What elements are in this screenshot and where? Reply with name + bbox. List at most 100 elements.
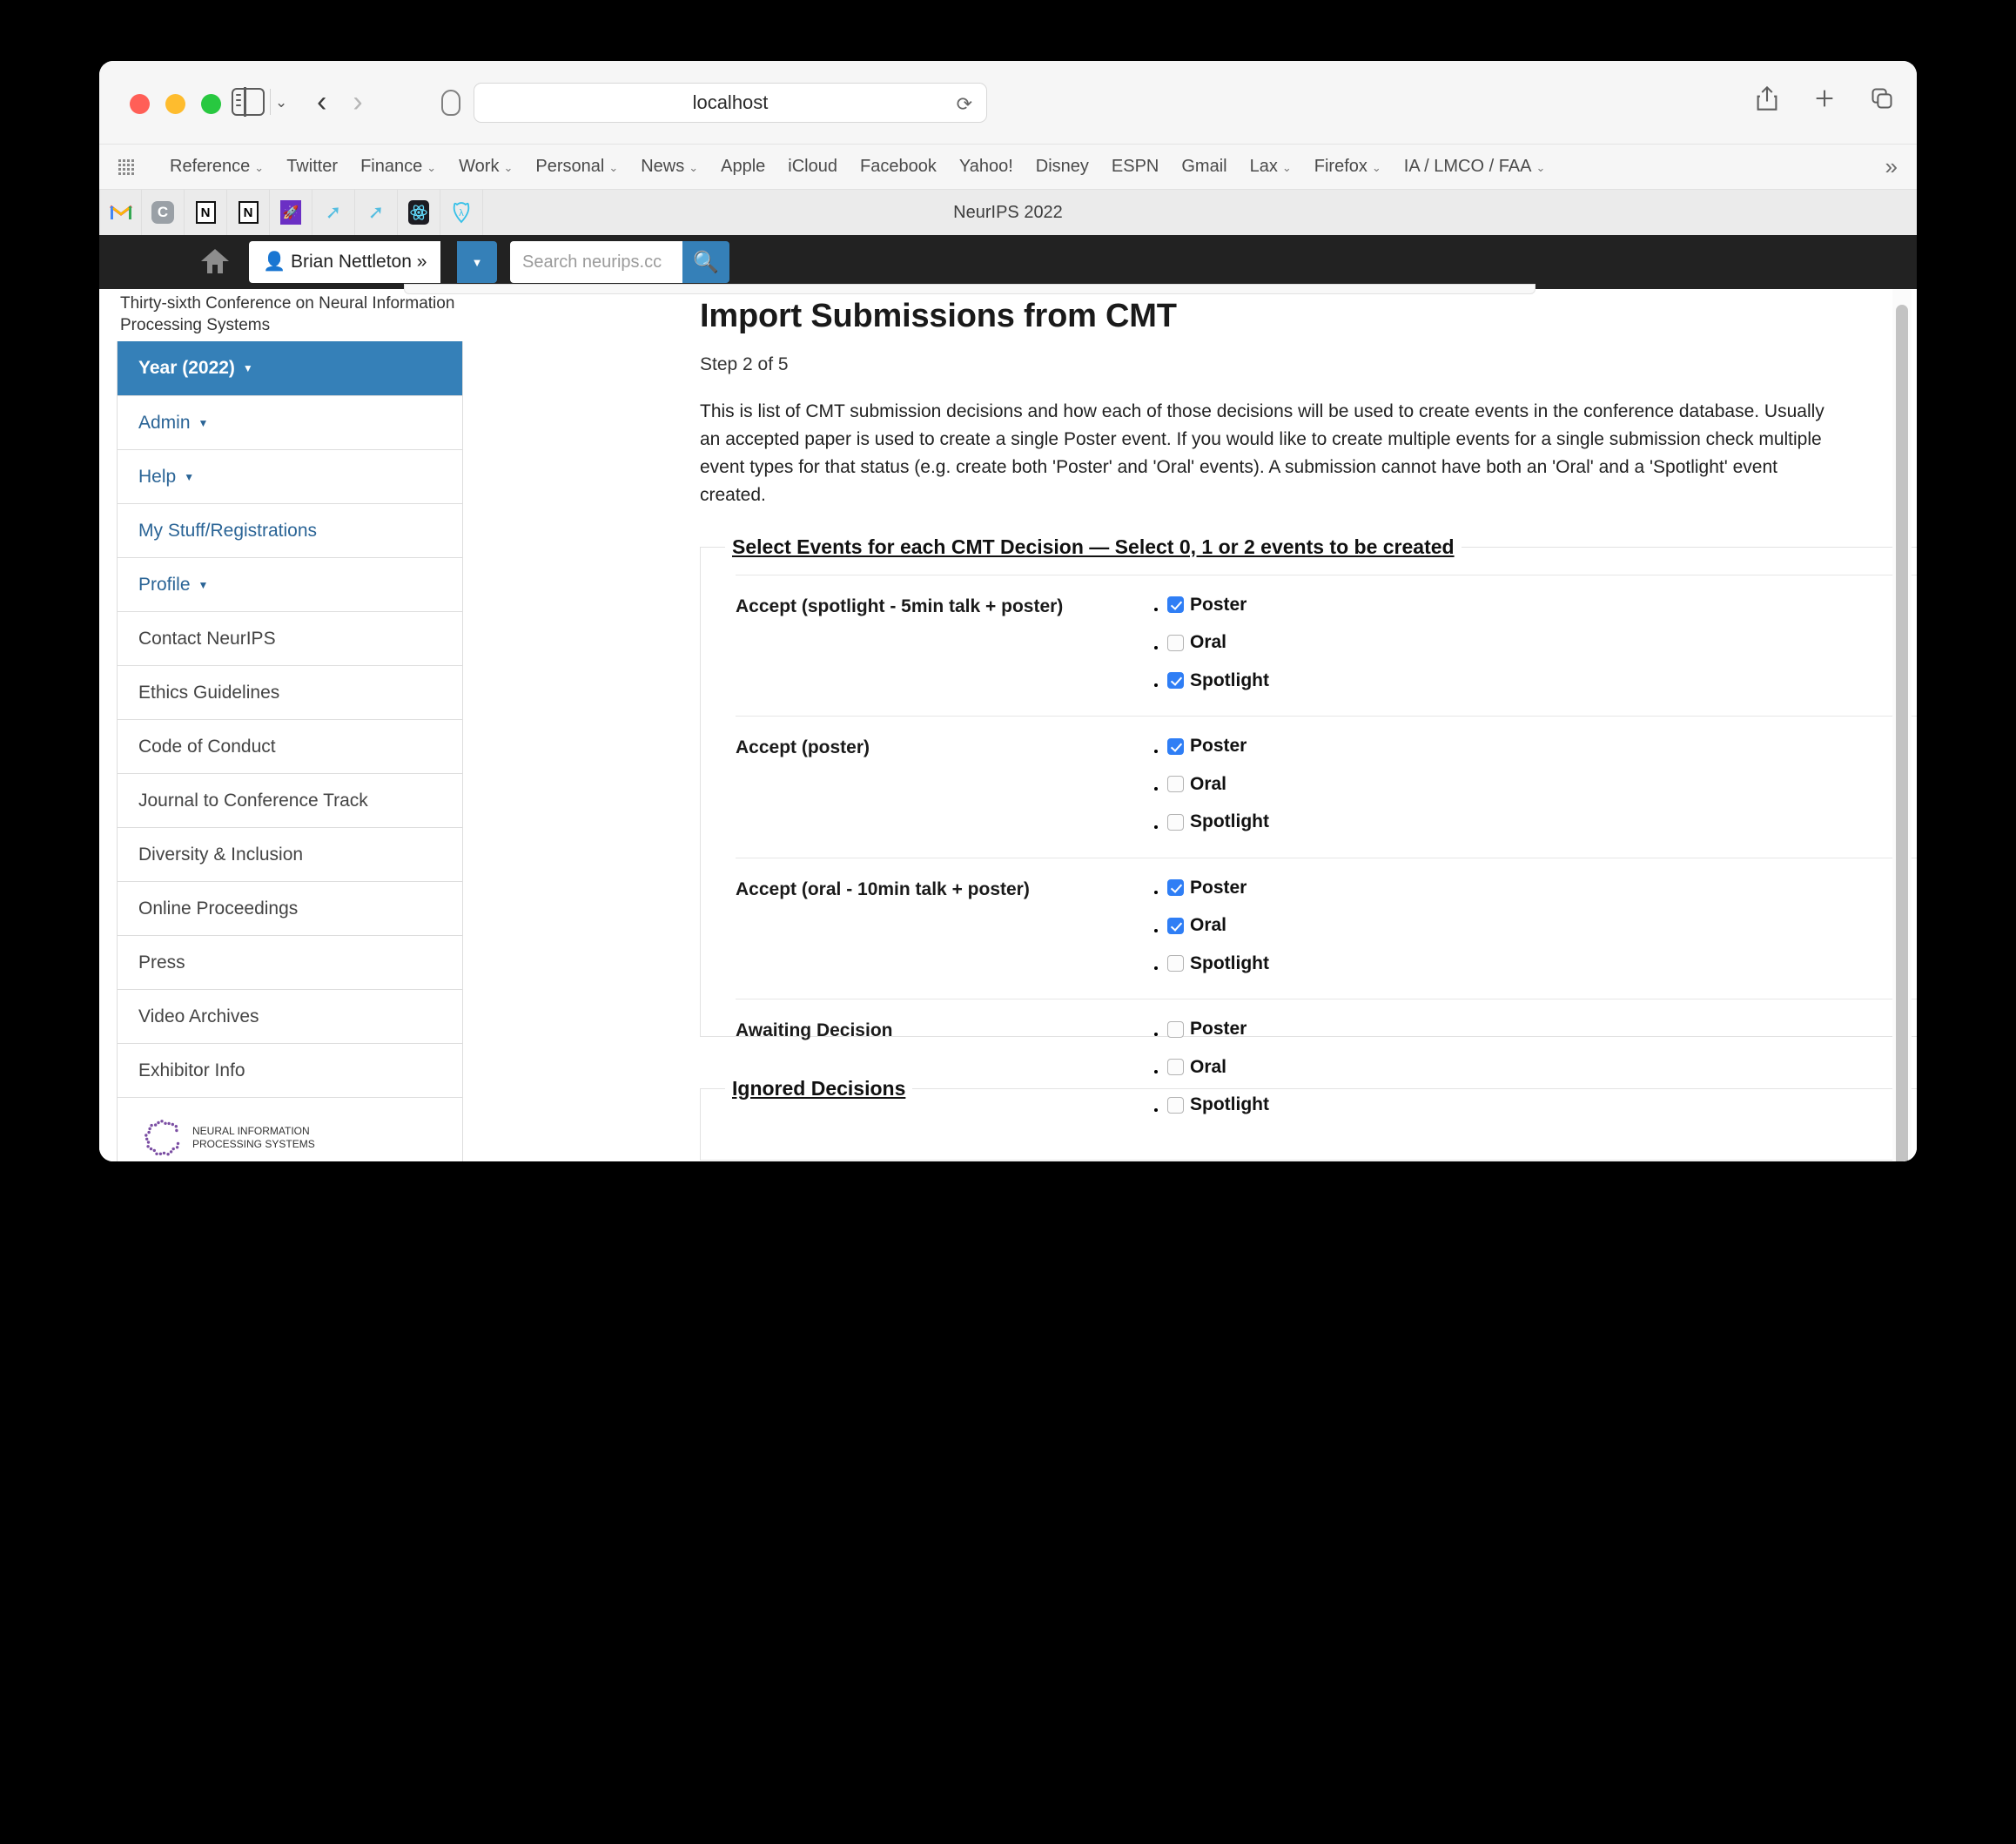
event-type-label[interactable]: Oral: [1167, 1057, 1226, 1078]
minimize-window-button[interactable]: [165, 94, 185, 114]
search-button[interactable]: 🔍: [682, 241, 729, 283]
event-type-option: Poster: [1167, 878, 1269, 901]
event-type-label[interactable]: Poster: [1167, 1019, 1247, 1040]
sidebar-item-help[interactable]: Help ▼: [118, 449, 462, 504]
event-type-checkbox-spotlight[interactable]: [1167, 955, 1184, 972]
bookmark-label: Disney: [1035, 157, 1089, 176]
close-window-button[interactable]: [130, 94, 150, 114]
event-type-label[interactable]: Spotlight: [1167, 670, 1269, 691]
back-button[interactable]: ‹: [317, 87, 326, 117]
intro-paragraph: This is list of CMT submission decisions…: [700, 401, 1824, 505]
sidebar-item-profile[interactable]: Profile ▼: [118, 557, 462, 612]
sidebar-item-code-of-conduct[interactable]: Code of Conduct: [118, 719, 462, 774]
event-type-text: Oral: [1190, 1056, 1227, 1077]
new-tab-button[interactable]: [1812, 86, 1837, 115]
event-type-checkbox-poster[interactable]: [1167, 596, 1184, 614]
event-type-label[interactable]: Oral: [1167, 632, 1226, 653]
event-type-checkbox-oral[interactable]: [1167, 776, 1184, 793]
bookmark-work[interactable]: Work ⌄: [447, 157, 524, 177]
chevron-down-icon: ⌄: [689, 161, 699, 174]
event-type-checkbox-spotlight[interactable]: [1167, 813, 1184, 831]
sidebar-item-ethics-guidelines[interactable]: Ethics Guidelines: [118, 665, 462, 720]
favicon-tab-notion-2[interactable]: N: [227, 190, 270, 235]
sidebar-item-journal-to-conference-track[interactable]: Journal to Conference Track: [118, 773, 462, 828]
favicon-tab-lambda[interactable]: λ: [440, 190, 483, 235]
event-type-option: Spotlight: [1167, 670, 1269, 694]
bookmark-apple[interactable]: Apple: [709, 157, 776, 177]
maximize-window-button[interactable]: [201, 94, 221, 114]
decision-label: Awaiting Decision: [736, 1020, 893, 1041]
window-controls: [130, 94, 221, 114]
event-type-option: Poster: [1167, 736, 1269, 759]
address-bar[interactable]: localhost ⟳: [474, 83, 987, 123]
scrollbar-thumb[interactable]: [1896, 305, 1908, 1161]
event-type-label[interactable]: Poster: [1167, 736, 1247, 757]
favicon-tab-notion[interactable]: N: [185, 190, 227, 235]
event-type-label[interactable]: Spotlight: [1167, 953, 1269, 974]
chevron-down-icon[interactable]: ⌄: [275, 94, 287, 111]
share-icon[interactable]: [1755, 85, 1779, 116]
favicon-tab-blue-rocket[interactable]: ➚: [312, 190, 355, 235]
event-type-label[interactable]: Oral: [1167, 774, 1226, 795]
decision-rows: Accept (spotlight - 5min talk + poster) P…: [701, 559, 1917, 1141]
user-dropdown-button[interactable]: ▼: [457, 241, 497, 283]
sidebar-item-contact-neurips[interactable]: Contact NeurIPS: [118, 611, 462, 666]
event-type-label[interactable]: Spotlight: [1167, 811, 1269, 832]
navigation-arrows: ‹ ›: [317, 87, 363, 117]
sidebar-item-video-archives[interactable]: Video Archives: [118, 989, 462, 1044]
bookmark-yahoo[interactable]: Yahoo!: [948, 157, 1025, 177]
favicon-tab-c-badge[interactable]: C: [142, 190, 185, 235]
favicon-tab-blue-rocket-2[interactable]: ➚: [355, 190, 398, 235]
sidebar-item-exhibitor-info[interactable]: Exhibitor Info: [118, 1043, 462, 1098]
event-type-checkbox-poster[interactable]: [1167, 1020, 1184, 1038]
event-type-checkbox-oral[interactable]: [1167, 1059, 1184, 1076]
event-type-label[interactable]: Spotlight: [1167, 1094, 1269, 1115]
more-bookmarks-button[interactable]: »: [1885, 153, 1898, 180]
bookmark-personal[interactable]: Personal ⌄: [524, 157, 629, 177]
bookmark-news[interactable]: News ⌄: [629, 157, 709, 177]
sidebar-item-my-stuff-registrations[interactable]: My Stuff/Registrations: [118, 503, 462, 558]
event-type-checkbox-spotlight[interactable]: [1167, 1096, 1184, 1114]
event-type-options: Poster Oral Spotlight: [1145, 1019, 1269, 1118]
event-type-checkbox-oral[interactable]: [1167, 634, 1184, 651]
bookmark-finance[interactable]: Finance ⌄: [349, 157, 447, 177]
bookmark-reference[interactable]: Reference ⌄: [158, 157, 275, 177]
bookmark-firefox[interactable]: Firefox ⌄: [1303, 157, 1393, 177]
reload-icon[interactable]: ⟳: [957, 93, 972, 116]
event-type-label[interactable]: Poster: [1167, 878, 1247, 898]
bookmark-espn[interactable]: ESPN: [1100, 157, 1170, 177]
event-type-label[interactable]: Oral: [1167, 915, 1226, 936]
bookmark-ia-lmco-faa[interactable]: IA / LMCO / FAA ⌄: [1393, 157, 1557, 177]
event-type-checkbox-oral[interactable]: [1167, 917, 1184, 934]
bookmark-disney[interactable]: Disney: [1025, 157, 1100, 177]
tab-overview-icon[interactable]: [1870, 86, 1894, 115]
favicon-tab-gmail[interactable]: [99, 190, 142, 235]
sidebar-item-press[interactable]: Press: [118, 935, 462, 990]
decision-row: Accept (oral - 10min talk + poster) Poste…: [736, 857, 1917, 999]
page-scrollbar[interactable]: [1892, 289, 1912, 1161]
bookmark-icloud[interactable]: iCloud: [776, 157, 849, 177]
event-type-checkbox-poster[interactable]: [1167, 737, 1184, 755]
favicon-tab-react[interactable]: [398, 190, 440, 235]
search-input[interactable]: [510, 241, 682, 283]
event-type-label[interactable]: Poster: [1167, 595, 1247, 616]
sidebar-toggle-icon[interactable]: [232, 87, 265, 117]
sidebar-item-year-2022[interactable]: Year (2022) ▼: [118, 341, 462, 396]
forward-button[interactable]: ›: [353, 87, 362, 117]
favicon-tab-purple-rocket[interactable]: 🚀: [270, 190, 312, 235]
sidebar-item-admin[interactable]: Admin ▼: [118, 395, 462, 450]
event-type-checkbox-poster[interactable]: [1167, 879, 1184, 897]
bookmark-twitter[interactable]: Twitter: [275, 157, 349, 177]
logo-line-1: NEURAL INFORMATION: [192, 1124, 310, 1137]
bookmark-gmail[interactable]: Gmail: [1170, 157, 1238, 177]
decision-row: Accept (poster) Poster Oral Spotlight: [736, 716, 1917, 858]
home-icon[interactable]: [200, 247, 230, 275]
sidebar-item-diversity-inclusion[interactable]: Diversity & Inclusion: [118, 827, 462, 882]
apps-grid-icon[interactable]: [118, 158, 134, 175]
event-type-checkbox-spotlight[interactable]: [1167, 672, 1184, 690]
user-menu-button[interactable]: 👤 Brian Nettleton »: [249, 241, 441, 283]
bookmark-lax[interactable]: Lax ⌄: [1239, 157, 1303, 177]
privacy-shield-icon[interactable]: [441, 90, 460, 116]
sidebar-item-online-proceedings[interactable]: Online Proceedings: [118, 881, 462, 936]
bookmark-facebook[interactable]: Facebook: [849, 157, 948, 177]
